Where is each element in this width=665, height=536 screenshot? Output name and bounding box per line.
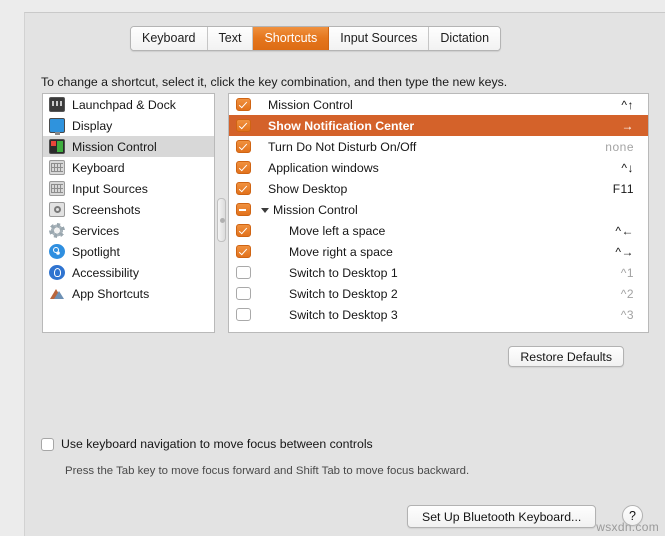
shortcut-label: Turn Do Not Disturb On/Off [268,140,605,154]
keyboard-navigation-hint: Press the Tab key to move focus forward … [65,465,469,477]
shortcut-checkbox[interactable] [236,266,251,279]
shortcut-label: Switch to Desktop 2 [289,287,621,301]
watermark: wsxdn.com [596,520,659,534]
tab-input-sources[interactable]: Input Sources [329,27,429,50]
shortcut-checkbox[interactable] [236,203,251,216]
spotlight-search-icon [49,244,65,259]
sidebar-item-label: Input Sources [72,182,148,196]
shortcut-label: Move left a space [289,224,615,238]
shortcut-row[interactable]: Switch to Desktop 1^1 [229,262,648,283]
disclosure-triangle-icon[interactable] [261,208,269,213]
sidebar-item-label: Mission Control [72,140,157,154]
shortcut-row[interactable]: Move right a space^→ [229,241,648,262]
shortcut-key-combination[interactable]: ^1 [621,266,634,280]
sidebar-item-spotlight[interactable]: Spotlight [43,241,214,262]
sidebar-item-label: Keyboard [72,161,125,175]
restore-defaults-button[interactable]: Restore Defaults [508,346,624,367]
shortcut-key-combination[interactable]: ^← [615,224,634,238]
shortcut-key-combination[interactable]: F11 [613,182,634,196]
keyboard-navigation-label: Use keyboard navigation to move focus be… [61,437,373,451]
sidebar-item-services[interactable]: Services [43,220,214,241]
shortcut-row[interactable]: Turn Do Not Disturb On/Offnone [229,136,648,157]
shortcut-label: Switch to Desktop 1 [289,266,621,280]
tab-dictation[interactable]: Dictation [429,27,500,50]
shortcut-key-combination[interactable]: ^2 [621,287,634,301]
shortcut-checkbox[interactable] [236,308,251,321]
services-gear-icon [49,223,65,238]
tab-bar: KeyboardTextShortcutsInput SourcesDictat… [130,26,501,51]
sidebar-item-label: Accessibility [72,266,139,280]
shortcut-checkbox[interactable] [236,287,251,300]
sidebar-item-label: Screenshots [72,203,140,217]
sidebar-item-display[interactable]: Display [43,115,214,136]
shortcut-row[interactable]: Switch to Desktop 2^2 [229,283,648,304]
keyboard-icon [49,160,65,175]
tab-shortcuts[interactable]: Shortcuts [253,27,329,50]
screenshots-icon [49,202,65,217]
shortcut-label: Show Desktop [268,182,613,196]
shortcut-label: Switch to Desktop 3 [289,308,621,322]
shortcut-category-list[interactable]: Launchpad & Dock Display Mission Control Ke… [42,93,215,333]
pane-divider-handle[interactable] [217,198,226,242]
sidebar-item-input-sources[interactable]: Input Sources [43,178,214,199]
shortcut-label: Mission Control [268,98,621,112]
instruction-text: To change a shortcut, select it, click t… [41,75,507,89]
shortcut-row[interactable]: Mission Control [229,199,648,220]
accessibility-icon [49,265,65,280]
shortcut-label: Move right a space [289,245,615,259]
display-icon [49,118,65,133]
keyboard-navigation-row[interactable]: Use keyboard navigation to move focus be… [41,437,373,451]
sidebar-item-label: Launchpad & Dock [72,98,176,112]
shortcut-checkbox[interactable] [236,140,251,153]
mission-control-icon [49,139,65,154]
shortcut-key-combination[interactable]: ^→ [615,245,634,259]
sidebar-item-label: Services [72,224,119,238]
sidebar-item-keyboard[interactable]: Keyboard [43,157,214,178]
sidebar-item-label: Display [72,119,112,133]
shortcut-label: Application windows [268,161,621,175]
keyboard-navigation-checkbox[interactable] [41,438,54,451]
shortcut-checkbox[interactable] [236,245,251,258]
shortcut-checkbox[interactable] [236,161,251,174]
shortcut-list[interactable]: Mission Control^↑Show Notification Cente… [228,93,649,333]
shortcut-label: Show Notification Center [268,119,622,133]
sidebar-item-label: App Shortcuts [72,287,149,301]
shortcut-row[interactable]: Move left a space^← [229,220,648,241]
tab-keyboard[interactable]: Keyboard [131,27,208,50]
setup-bluetooth-keyboard-button[interactable]: Set Up Bluetooth Keyboard... [407,505,596,528]
shortcut-row[interactable]: Show DesktopF11 [229,178,648,199]
sidebar-item-accessibility[interactable]: Accessibility [43,262,214,283]
shortcut-checkbox[interactable] [236,119,251,132]
shortcut-group-label: Mission Control [273,203,358,217]
shortcut-checkbox[interactable] [236,224,251,237]
app-shortcuts-icon [49,286,65,301]
shortcut-key-combination[interactable]: ^↑ [621,98,634,112]
shortcut-row[interactable]: Mission Control^↑ [229,94,648,115]
preferences-pane: KeyboardTextShortcutsInput SourcesDictat… [24,12,665,536]
shortcut-label: Mission Control [261,203,634,217]
shortcut-row[interactable]: Application windows^↓ [229,157,648,178]
shortcut-key-combination[interactable]: ^3 [621,308,634,322]
sidebar-item-mission-control[interactable]: Mission Control [43,136,214,157]
tab-text[interactable]: Text [208,27,254,50]
shortcut-checkbox[interactable] [236,98,251,111]
shortcut-row[interactable]: Show Notification Center→ [229,115,648,136]
sidebar-item-app-shortcuts[interactable]: App Shortcuts [43,283,214,304]
input-sources-icon [49,181,65,196]
shortcut-row[interactable]: Switch to Desktop 3^3 [229,304,648,325]
sidebar-item-label: Spotlight [72,245,120,259]
sidebar-item-screenshots[interactable]: Screenshots [43,199,214,220]
shortcut-checkbox[interactable] [236,182,251,195]
sidebar-item-launchpad-dock[interactable]: Launchpad & Dock [43,94,214,115]
launchpad-icon [49,97,65,112]
shortcut-key-combination[interactable]: none [605,140,634,154]
shortcut-key-combination[interactable]: → [622,119,635,133]
shortcut-key-combination[interactable]: ^↓ [621,161,634,175]
